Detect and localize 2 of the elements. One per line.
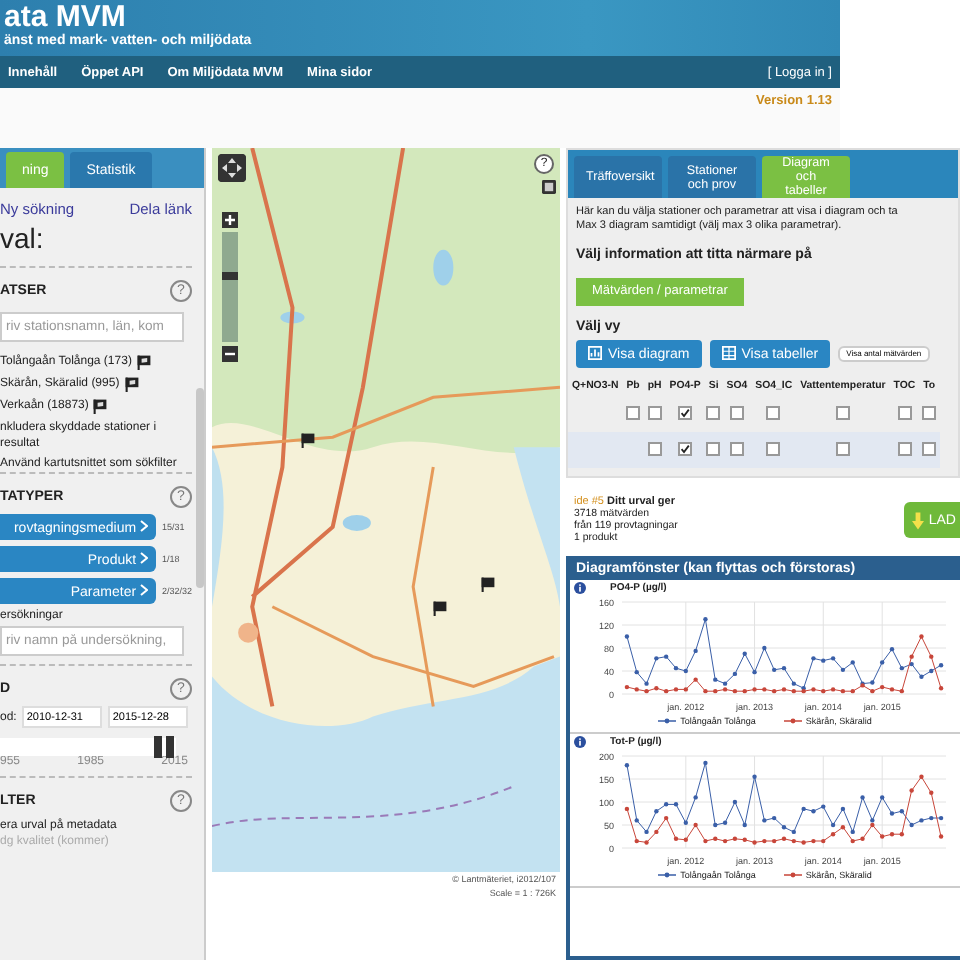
site-title: ata MVM <box>4 0 128 34</box>
selection-heading: val: <box>0 222 46 254</box>
